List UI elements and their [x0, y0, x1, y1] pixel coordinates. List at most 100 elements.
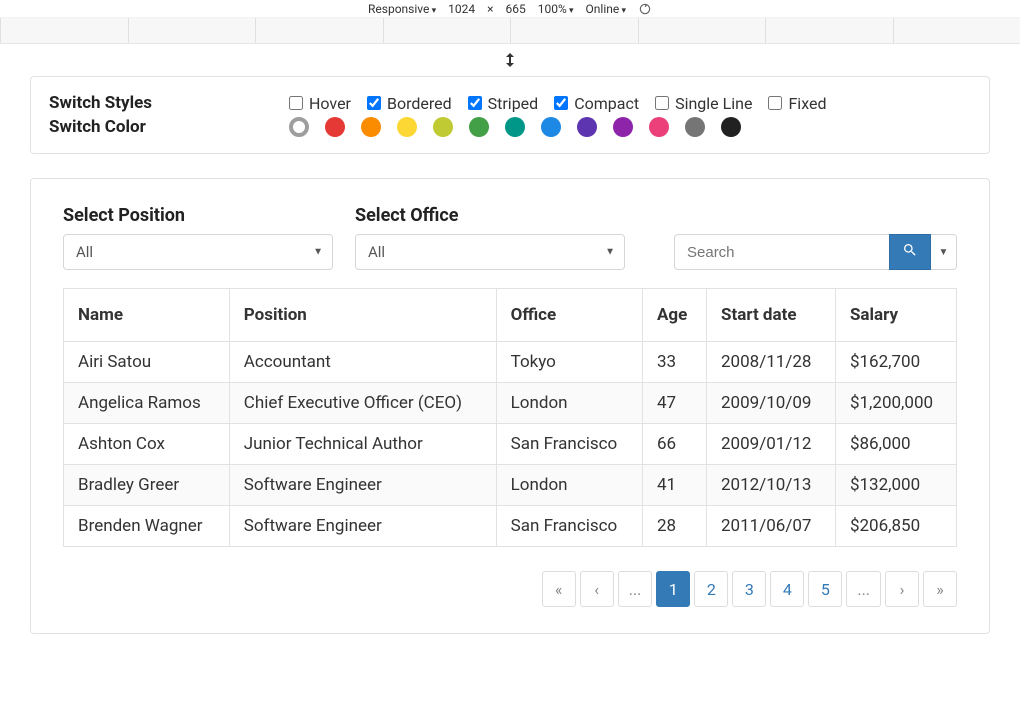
viewport-sep: × — [487, 2, 493, 16]
viewport-height[interactable]: 665 — [506, 2, 526, 16]
style-option-label: Hover — [309, 94, 351, 113]
page-ellipsis[interactable]: ... — [618, 571, 653, 607]
color-swatch[interactable] — [433, 117, 453, 137]
cell-position: Chief Executive Officer (CEO) — [229, 383, 496, 424]
style-option-bordered[interactable]: Bordered — [367, 94, 452, 113]
style-checkbox[interactable] — [289, 96, 303, 110]
table-row: Brenden WagnerSoftware EngineerSan Franc… — [64, 506, 957, 547]
style-option-compact[interactable]: Compact — [554, 94, 639, 113]
data-table: NamePositionOfficeAgeStart dateSalary Ai… — [63, 288, 957, 547]
page-ellipsis[interactable]: ... — [846, 571, 881, 607]
color-swatch[interactable] — [577, 117, 597, 137]
column-header[interactable]: Office — [496, 289, 642, 342]
cell-name: Angelica Ramos — [64, 383, 230, 424]
page-next[interactable]: › — [885, 571, 919, 607]
column-header[interactable]: Position — [229, 289, 496, 342]
office-select[interactable]: All — [355, 234, 625, 270]
cell-office: San Francisco — [496, 506, 642, 547]
style-checkbox[interactable] — [768, 96, 782, 110]
color-swatch[interactable] — [361, 117, 381, 137]
cell-salary: $86,000 — [835, 424, 956, 465]
style-option-label: Single Line — [675, 94, 752, 113]
cell-office: London — [496, 383, 642, 424]
cell-position: Software Engineer — [229, 506, 496, 547]
color-swatch[interactable] — [541, 117, 561, 137]
color-swatch[interactable] — [325, 117, 345, 137]
cell-age: 33 — [642, 342, 706, 383]
cell-start: 2011/06/07 — [707, 506, 836, 547]
style-option-label: Bordered — [387, 94, 452, 113]
pagination: «‹...12345...›» — [63, 571, 957, 607]
color-swatch[interactable] — [721, 117, 741, 137]
select-position-label: Select Position — [63, 205, 333, 226]
position-select[interactable]: All — [63, 234, 333, 270]
cell-office: London — [496, 465, 642, 506]
style-option-label: Fixed — [788, 94, 826, 113]
viewport-width[interactable]: 1024 — [448, 2, 475, 16]
rotate-icon[interactable] — [638, 2, 652, 16]
search-button[interactable] — [889, 234, 931, 270]
page-5[interactable]: 5 — [808, 571, 842, 607]
color-swatch[interactable] — [289, 117, 309, 137]
zoom-select[interactable]: 100% — [538, 2, 574, 16]
search-icon — [902, 242, 918, 262]
page-3[interactable]: 3 — [732, 571, 766, 607]
color-swatch[interactable] — [685, 117, 705, 137]
cell-age: 47 — [642, 383, 706, 424]
cell-start: 2008/11/28 — [707, 342, 836, 383]
page-prev[interactable]: ‹ — [580, 571, 614, 607]
column-header[interactable]: Name — [64, 289, 230, 342]
style-checkbox[interactable] — [367, 96, 381, 110]
data-panel: Select Position All ▼ Select Office All … — [30, 178, 990, 634]
ruler-strip — [0, 18, 1020, 44]
cell-start: 2012/10/13 — [707, 465, 836, 506]
style-checkbox[interactable] — [554, 96, 568, 110]
switch-styles-label: Switch Styles — [49, 93, 289, 113]
color-swatch[interactable] — [469, 117, 489, 137]
table-row: Angelica RamosChief Executive Officer (C… — [64, 383, 957, 424]
page-2[interactable]: 2 — [694, 571, 728, 607]
cell-office: Tokyo — [496, 342, 642, 383]
switch-color-label: Switch Color — [49, 117, 289, 137]
page-first[interactable]: « — [542, 571, 576, 607]
vertical-resize-handle[interactable] — [0, 44, 1020, 76]
style-checkbox[interactable] — [468, 96, 482, 110]
cell-age: 66 — [642, 424, 706, 465]
color-swatch[interactable] — [397, 117, 417, 137]
page-4[interactable]: 4 — [770, 571, 804, 607]
caret-down-icon: ▼ — [939, 247, 949, 258]
search-options-toggle[interactable]: ▼ — [931, 234, 957, 270]
table-row: Ashton CoxJunior Technical AuthorSan Fra… — [64, 424, 957, 465]
style-panel: Switch Styles Hover Bordered Striped Compac… — [30, 76, 990, 154]
cell-age: 28 — [642, 506, 706, 547]
color-swatch[interactable] — [505, 117, 525, 137]
cell-position: Junior Technical Author — [229, 424, 496, 465]
page-1[interactable]: 1 — [656, 571, 690, 607]
style-option-striped[interactable]: Striped — [468, 94, 539, 113]
page-last[interactable]: » — [923, 571, 957, 607]
style-option-single-line[interactable]: Single Line — [655, 94, 752, 113]
color-swatch[interactable] — [613, 117, 633, 137]
cell-name: Ashton Cox — [64, 424, 230, 465]
cell-start: 2009/10/09 — [707, 383, 836, 424]
cell-name: Bradley Greer — [64, 465, 230, 506]
cell-salary: $1,200,000 — [835, 383, 956, 424]
style-option-hover[interactable]: Hover — [289, 94, 351, 113]
cell-start: 2009/01/12 — [707, 424, 836, 465]
devtools-bar: Responsive 1024 × 665 100% Online — [0, 0, 1020, 18]
table-row: Airi SatouAccountantTokyo332008/11/28$16… — [64, 342, 957, 383]
network-select[interactable]: Online — [586, 2, 626, 16]
color-swatch[interactable] — [649, 117, 669, 137]
column-header[interactable]: Start date — [707, 289, 836, 342]
style-option-fixed[interactable]: Fixed — [768, 94, 826, 113]
cell-salary: $132,000 — [835, 465, 956, 506]
search-input[interactable] — [674, 234, 889, 270]
column-header[interactable]: Age — [642, 289, 706, 342]
cell-name: Brenden Wagner — [64, 506, 230, 547]
cell-age: 41 — [642, 465, 706, 506]
column-header[interactable]: Salary — [835, 289, 956, 342]
cell-office: San Francisco — [496, 424, 642, 465]
table-row: Bradley GreerSoftware EngineerLondon4120… — [64, 465, 957, 506]
device-mode-select[interactable]: Responsive — [368, 2, 436, 16]
style-checkbox[interactable] — [655, 96, 669, 110]
